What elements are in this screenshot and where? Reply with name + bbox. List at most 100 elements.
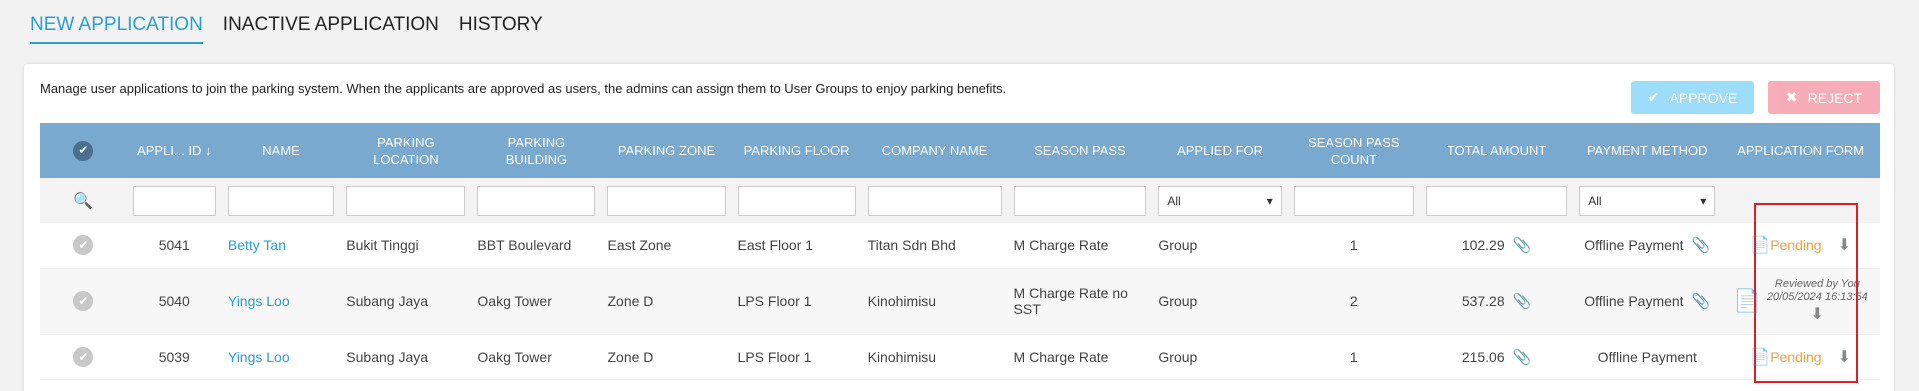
cell-id: 5040 — [158, 293, 190, 309]
cell-count: 1 — [1349, 237, 1358, 254]
filter-payment-select[interactable]: All ▾ — [1579, 185, 1716, 216]
filter-applied-for-select[interactable]: All ▾ — [1158, 185, 1282, 216]
reviewed-at-text: 20/05/2024 16:13:54 — [1766, 291, 1868, 303]
cell-id: 5041 — [158, 237, 190, 254]
col-payment-method[interactable]: PAYMENT METHOD — [1573, 123, 1721, 178]
paperclip-icon[interactable]: 📎 — [1513, 348, 1532, 366]
cell-payment: Offline Payment — [1584, 293, 1684, 309]
table-header: ✔ APPLI... ID ↓ NAME PARKING LOCATION PA… — [40, 123, 1880, 178]
approve-button[interactable]: ✔ APPROVE — [1631, 81, 1754, 114]
cell-amount: 102.29 — [1461, 237, 1505, 254]
filter-company-input[interactable] — [867, 185, 1002, 216]
cell-location: Subang Jaya — [346, 348, 429, 365]
filter-location-input[interactable] — [346, 185, 466, 216]
paperclip-icon[interactable]: 📎 — [1513, 236, 1532, 254]
cell-building: Oakg Tower — [477, 293, 552, 309]
col-application-form: APPLICATION FORM — [1737, 143, 1865, 158]
filter-season-pass-input[interactable] — [1013, 185, 1147, 216]
check-icon: ✔ — [73, 140, 94, 161]
cell-season-pass: M Charge Rate — [1013, 237, 1109, 254]
check-icon: ✔ — [1647, 89, 1660, 105]
col-parking-building[interactable]: PARKING BUILDING — [471, 123, 601, 178]
filter-building-input[interactable] — [477, 185, 596, 216]
filter-row: 🔍 All ▾ All ▾ — [40, 178, 1880, 223]
col-parking-floor[interactable]: PARKING FLOOR — [732, 123, 862, 178]
filter-amount-input[interactable] — [1425, 185, 1568, 216]
document-icon: 📄 — [1750, 348, 1771, 366]
cell-zone: Zone D — [607, 348, 654, 365]
cell-floor: LPS Floor 1 — [737, 293, 812, 309]
paperclip-icon[interactable]: 📎 — [1513, 292, 1532, 310]
search-icon: 🔍 — [73, 192, 94, 210]
approve-label: APPROVE — [1669, 89, 1738, 106]
download-icon[interactable]: ⬇ — [1838, 347, 1851, 367]
page-description: Manage user applications to join the par… — [40, 81, 1007, 96]
col-parking-location[interactable]: PARKING LOCATION — [340, 123, 471, 178]
filter-zone-input[interactable] — [607, 185, 726, 216]
tab-new-application[interactable]: NEW APPLICATION — [30, 14, 203, 44]
applications-table: ✔ APPLI... ID ↓ NAME PARKING LOCATION PA… — [40, 123, 1880, 380]
cell-amount: 537.28 — [1461, 293, 1505, 309]
cell-zone: East Zone — [607, 237, 672, 254]
col-name[interactable]: NAME — [222, 123, 340, 178]
row-checkbox[interactable]: ✔ — [73, 291, 94, 311]
close-icon: ✖ — [1785, 89, 1798, 105]
tab-inactive-application[interactable]: INACTIVE APPLICATION — [223, 14, 439, 44]
col-parking-zone[interactable]: PARKING ZONE — [601, 123, 731, 178]
cell-applied-for: Group — [1158, 293, 1198, 309]
reject-label: REJECT — [1807, 89, 1863, 106]
cell-floor: East Floor 1 — [737, 237, 814, 254]
col-season-pass-count[interactable]: SEASON PASS COUNT — [1288, 123, 1420, 178]
cell-applied-for: Group — [1158, 348, 1198, 365]
paperclip-icon[interactable]: 📎 — [1692, 236, 1711, 254]
cell-location: Subang Jaya — [346, 293, 429, 309]
col-total-amount[interactable]: TOTAL AMOUNT — [1420, 123, 1573, 178]
tab-history[interactable]: HISTORY — [459, 14, 543, 44]
cell-applied-for: Group — [1158, 237, 1198, 254]
filter-name-input[interactable] — [227, 185, 335, 216]
form-status-pending[interactable]: Pending — [1770, 237, 1821, 253]
download-icon[interactable]: ⬇ — [1767, 304, 1868, 324]
cell-floor: LPS Floor 1 — [737, 348, 812, 365]
applicant-name-link[interactable]: Betty Tan — [228, 237, 286, 253]
cell-season-pass: M Charge Rate no SST — [1013, 285, 1128, 317]
document-icon: 📄 — [1750, 237, 1771, 255]
table-row: ✔ 5041 Betty Tan Bukit Tinggi BBT Boulev… — [40, 223, 1880, 268]
col-company-name[interactable]: COMPANY NAME — [862, 123, 1008, 178]
cell-building: BBT Boulevard — [477, 237, 572, 254]
cell-id: 5039 — [158, 348, 190, 365]
table-row: ✔ 5039 Yings Loo Subang Jaya Oakg Tower … — [40, 334, 1880, 379]
download-icon[interactable]: ⬇ — [1838, 235, 1851, 255]
paperclip-icon[interactable]: 📎 — [1692, 292, 1711, 310]
col-applied-for[interactable]: APPLIED FOR — [1152, 123, 1287, 178]
cell-building: Oakg Tower — [477, 348, 552, 365]
table-row: ✔ 5040 Yings Loo Subang Jaya Oakg Tower … — [40, 268, 1880, 334]
filter-count-input[interactable] — [1293, 185, 1414, 216]
cell-season-pass: M Charge Rate — [1013, 348, 1109, 365]
row-checkbox[interactable]: ✔ — [73, 346, 94, 367]
cell-zone: Zone D — [607, 293, 654, 309]
cell-company: Titan Sdn Bhd — [867, 237, 956, 254]
reviewed-by-text: Reviewed by You — [1774, 278, 1860, 290]
filter-id-input[interactable] — [132, 185, 216, 216]
cell-count: 2 — [1349, 293, 1358, 309]
document-icon[interactable]: 📄 — [1733, 288, 1760, 314]
applications-panel: Manage user applications to join the par… — [24, 64, 1894, 391]
applicant-name-link[interactable]: Yings Loo — [228, 293, 290, 309]
cell-amount: 215.06 — [1461, 348, 1505, 365]
cell-payment: Offline Payment — [1584, 237, 1684, 254]
form-status-pending[interactable]: Pending — [1770, 349, 1821, 365]
cell-count: 1 — [1349, 348, 1358, 365]
cell-payment: Offline Payment — [1597, 348, 1697, 365]
sort-down-icon: ↓ — [205, 143, 212, 158]
reject-button[interactable]: ✖ REJECT — [1768, 81, 1880, 114]
select-all-checkbox[interactable]: ✔ — [40, 123, 127, 178]
cell-location: Bukit Tinggi — [346, 237, 419, 254]
row-checkbox[interactable]: ✔ — [73, 235, 94, 256]
cell-company: Kinohimisu — [867, 348, 937, 365]
applicant-name-link[interactable]: Yings Loo — [228, 349, 290, 365]
filter-floor-input[interactable] — [737, 185, 856, 216]
col-season-pass[interactable]: SEASON PASS — [1008, 123, 1153, 178]
cell-company: Kinohimisu — [867, 293, 937, 309]
col-application-id[interactable]: APPLI... ID ↓ — [127, 123, 222, 178]
